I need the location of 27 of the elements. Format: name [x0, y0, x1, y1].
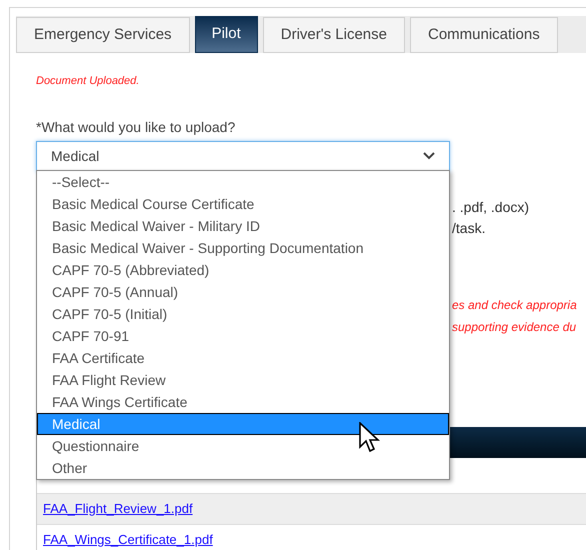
- tab[interactable]: Emergency Services: [16, 17, 190, 53]
- dropdown-option[interactable]: CAPF 70-5 (Annual): [37, 280, 449, 302]
- instruction-text: . .pdf, .docx): [452, 198, 530, 217]
- tab[interactable]: Pilot: [194, 16, 258, 53]
- dropdown-option[interactable]: FAA Wings Certificate: [37, 390, 449, 412]
- dropdown-option[interactable]: Basic Medical Course Certificate: [37, 192, 449, 214]
- dropdown-option[interactable]: Basic Medical Waiver - Supporting Documentation: [37, 236, 449, 258]
- status-message: Document Uploaded.: [36, 74, 140, 89]
- dropdown-option[interactable]: FAA Certificate: [37, 346, 449, 368]
- dropdown-option[interactable]: CAPF 70-91: [37, 324, 449, 346]
- dropdown-option[interactable]: Other: [37, 456, 449, 478]
- document-link[interactable]: FAA_Flight_Review_1.pdf: [43, 498, 193, 518]
- tab[interactable]: Communications: [410, 17, 558, 53]
- dropdown-option[interactable]: --Select--: [37, 170, 449, 192]
- document-link[interactable]: FAA_Wings_Certificate_1.pdf: [43, 530, 213, 550]
- warning-text: es and check appropria: [452, 296, 577, 314]
- dropdown-option[interactable]: Questionnaire: [37, 434, 449, 456]
- instruction-text: /task.: [452, 218, 486, 238]
- cursor-icon: [359, 422, 381, 454]
- question-label: *What would you like to upload?: [36, 118, 236, 137]
- dropdown-option[interactable]: Basic Medical Waiver - Military ID: [37, 214, 449, 236]
- dropdown-option[interactable]: FAA Flight Review: [37, 368, 449, 390]
- chevron-down-icon: [423, 152, 435, 160]
- warning-text: supporting evidence du: [452, 318, 577, 336]
- dropdown-option[interactable]: CAPF 70-5 (Abbreviated): [37, 258, 449, 280]
- dropdown-option[interactable]: CAPF 70-5 (Initial): [37, 302, 449, 324]
- tab[interactable]: Driver's License: [262, 17, 405, 53]
